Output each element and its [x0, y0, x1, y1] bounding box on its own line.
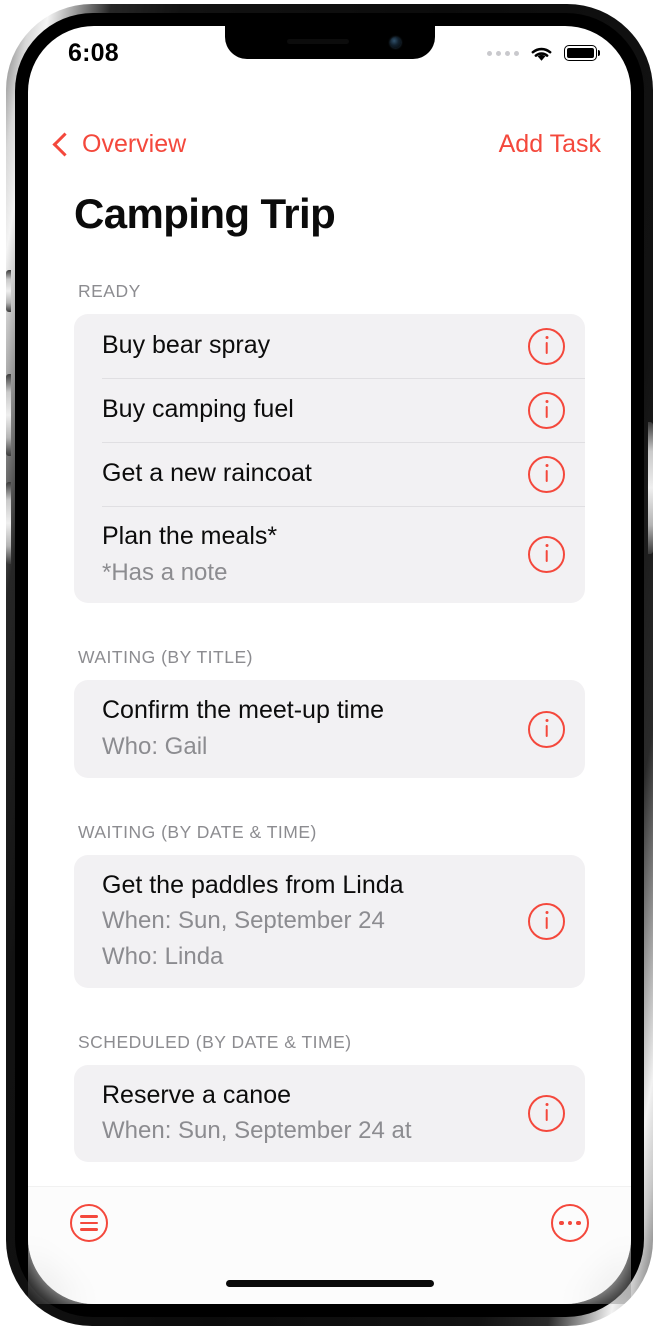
task-title: Plan the meals* [102, 522, 278, 551]
info-circle-icon[interactable] [528, 536, 565, 574]
silent-switch[interactable] [6, 270, 11, 312]
navigation-bar: Overview Add Task [28, 120, 631, 168]
info-circle-icon[interactable] [528, 327, 565, 365]
task-title: Reserve a canoe [102, 1080, 292, 1109]
task-title: Buy bear spray [102, 331, 271, 360]
list-circle-icon[interactable] [70, 1204, 108, 1242]
task-row[interactable]: Get a new raincoat [74, 442, 585, 506]
back-button-label: Overview [82, 129, 187, 158]
task-title: Buy camping fuel [102, 395, 294, 424]
task-detail: When: Sun, September 24 at [102, 1117, 412, 1145]
task-title: Get a new raincoat [102, 459, 312, 488]
task-detail: Who: Linda [102, 943, 224, 971]
task-text: Reserve a canoe When: Sun, September 24 … [102, 1065, 412, 1162]
ellipsis-circle-icon[interactable] [551, 1204, 589, 1242]
section-header: SCHEDULED (BY DATE & TIME) [78, 1031, 352, 1052]
info-circle-icon[interactable] [528, 902, 565, 940]
section-waiting-by-title: WAITING (BY TITLE) Confirm the meet-up t… [74, 647, 585, 778]
add-task-button[interactable]: Add Task [499, 130, 601, 159]
task-card: Get the paddles from Linda When: Sun, Se… [74, 854, 585, 988]
task-list-scroll-area[interactable]: Camping Trip READY Buy bear spray Buy ca… [28, 168, 631, 1304]
task-row[interactable]: Buy bear spray [74, 314, 585, 378]
task-text: Confirm the meet-up time Who: Gail [102, 680, 384, 777]
section-waiting-by-date-time: WAITING (BY DATE & TIME) Get the paddles… [74, 822, 585, 988]
phone-frame: 6:08 Overview Add Task Camping Trip READ… [6, 4, 653, 1326]
task-detail: *Has a note [102, 558, 228, 586]
task-text: Buy bear spray [102, 315, 270, 377]
task-row[interactable]: Get the paddles from Linda When: Sun, Se… [74, 855, 585, 988]
volume-up-button[interactable] [6, 374, 11, 456]
task-text: Get a new raincoat [102, 443, 312, 505]
section-header: READY [78, 281, 141, 302]
front-camera-icon [389, 37, 401, 48]
info-circle-icon[interactable] [528, 455, 565, 493]
cellular-dots-icon [487, 50, 519, 56]
info-circle-icon[interactable] [528, 391, 565, 429]
task-text: Plan the meals* *Has a note [102, 506, 277, 603]
phone-screen: 6:08 Overview Add Task Camping Trip READ… [28, 26, 631, 1304]
task-title: Get the paddles from Linda [102, 870, 404, 899]
info-circle-icon[interactable] [528, 710, 565, 748]
task-row[interactable]: Buy camping fuel [74, 378, 585, 442]
volume-down-button[interactable] [6, 482, 11, 564]
power-button[interactable] [648, 422, 653, 554]
section-scheduled-by-date-time: SCHEDULED (BY DATE & TIME) Reserve a can… [74, 1032, 585, 1162]
task-title: Confirm the meet-up time [102, 696, 385, 725]
home-indicator[interactable] [225, 1280, 434, 1287]
battery-full-icon [564, 45, 597, 61]
notch [224, 26, 435, 59]
section-header: WAITING (BY TITLE) [78, 647, 253, 668]
page-title: Camping Trip [74, 190, 336, 237]
task-card: Reserve a canoe When: Sun, September 24 … [74, 1064, 585, 1162]
task-text: Buy camping fuel [102, 379, 294, 441]
chevron-left-icon [52, 132, 77, 157]
earpiece-speaker [286, 39, 349, 44]
wifi-icon [531, 47, 552, 61]
back-button[interactable]: Overview [52, 129, 187, 159]
task-detail: When: Sun, September 24 [102, 907, 385, 935]
section-ready: READY Buy bear spray Buy camping fuel Ge… [74, 281, 585, 604]
task-detail: Who: Gail [102, 733, 208, 761]
task-row[interactable]: Plan the meals* *Has a note [74, 506, 585, 603]
section-header: WAITING (BY DATE & TIME) [78, 821, 317, 842]
status-time: 6:08 [68, 38, 119, 67]
task-row[interactable]: Reserve a canoe When: Sun, September 24 … [74, 1065, 585, 1162]
status-indicators [487, 44, 597, 63]
task-card: Buy bear spray Buy camping fuel Get a ne… [74, 314, 585, 604]
task-card: Confirm the meet-up time Who: Gail [74, 680, 585, 778]
info-circle-icon[interactable] [528, 1094, 565, 1132]
task-row[interactable]: Confirm the meet-up time Who: Gail [74, 680, 585, 777]
task-text: Get the paddles from Linda When: Sun, Se… [102, 855, 404, 988]
